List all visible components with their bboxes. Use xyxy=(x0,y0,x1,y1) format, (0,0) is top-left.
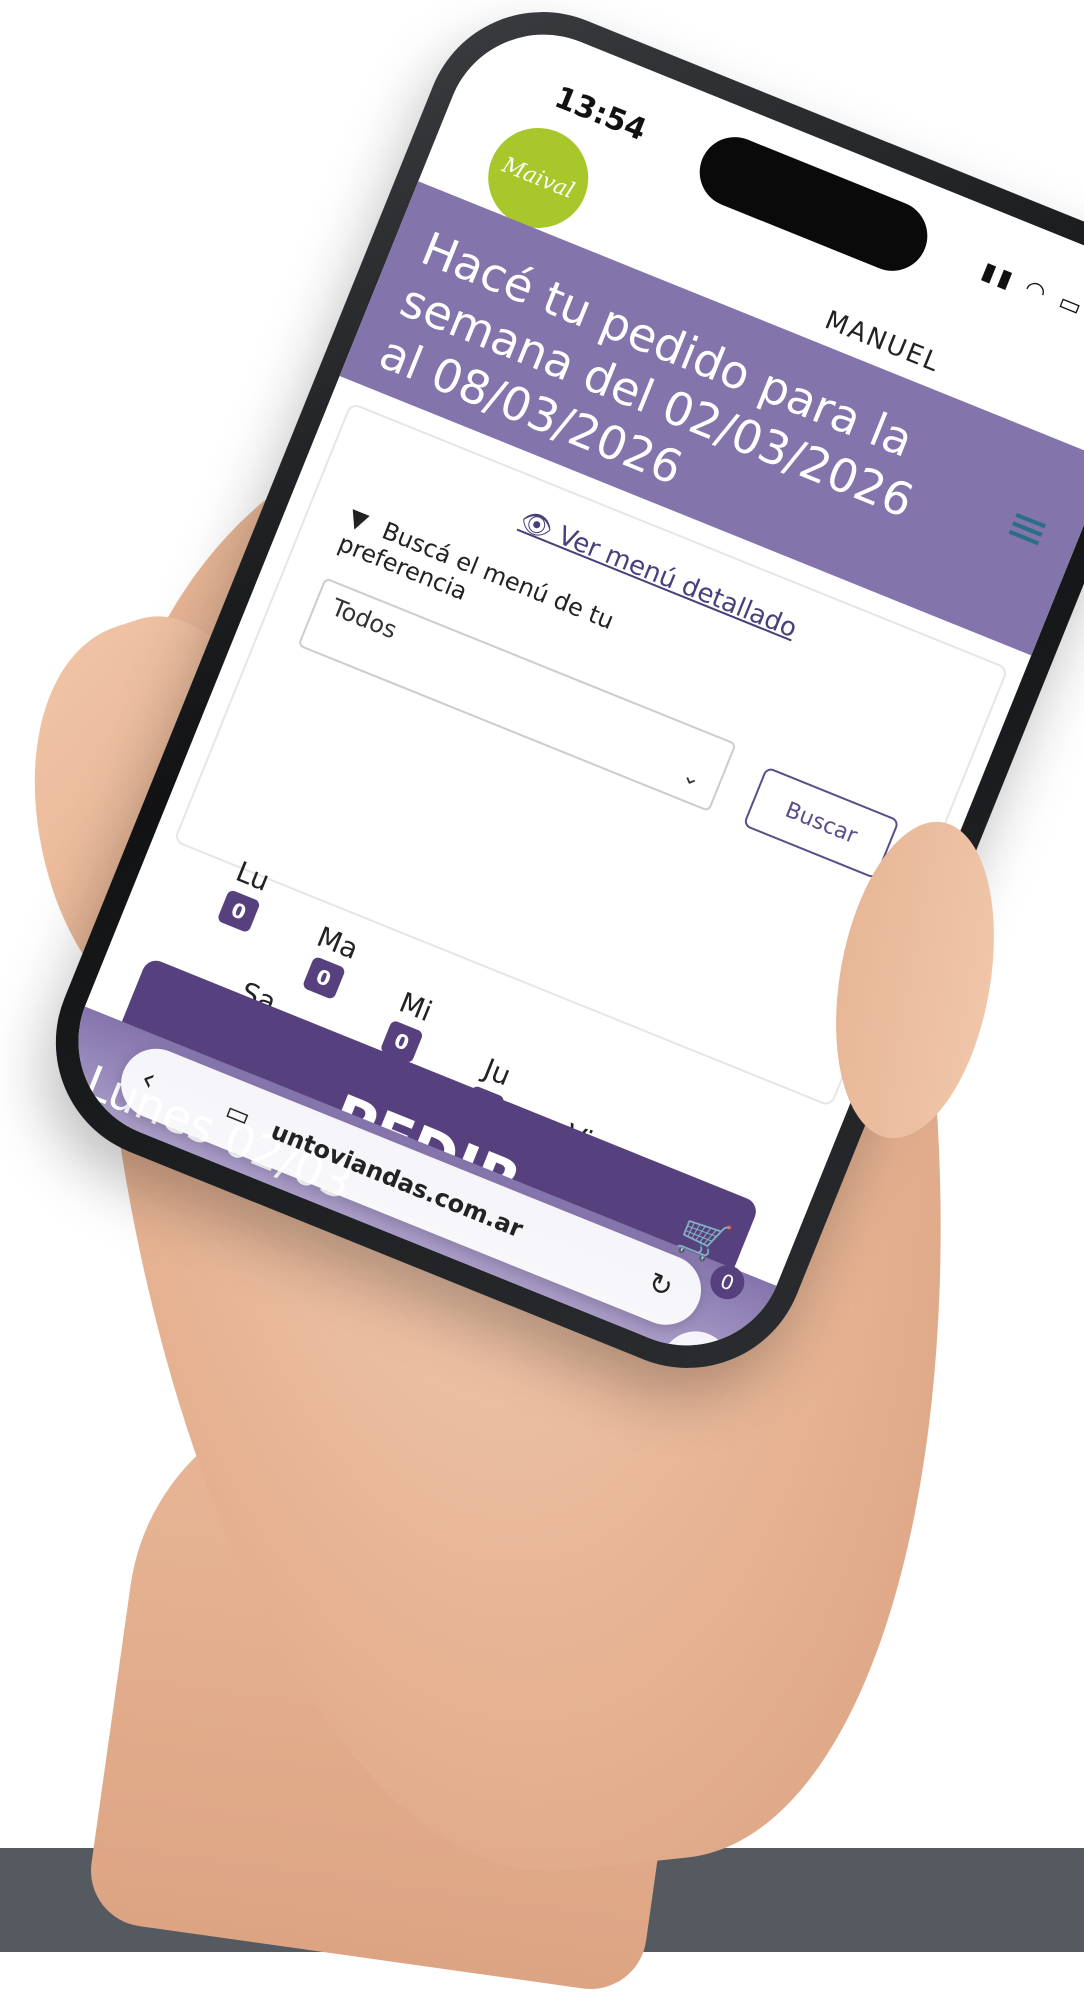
select-value: Todos xyxy=(327,593,401,645)
status-icons: ▮▮ ◠ ▭ xyxy=(977,256,1084,324)
day-mi[interactable]: Mi 0 xyxy=(379,985,438,1064)
day-ma[interactable]: Ma 0 xyxy=(298,920,363,1001)
day-count: 0 xyxy=(301,955,346,1000)
day-lu[interactable]: Lu 0 xyxy=(216,855,275,934)
tabs-icon[interactable]: ▭ xyxy=(221,1096,255,1133)
search-button[interactable]: Buscar xyxy=(742,766,900,880)
back-icon[interactable]: ‹ xyxy=(136,1059,162,1099)
logo-text: Maival xyxy=(498,152,578,204)
eye-icon: 👁 xyxy=(515,505,558,546)
reload-icon[interactable]: ↻ xyxy=(644,1265,678,1304)
day-count: 0 xyxy=(216,889,261,934)
hamburger-menu-icon[interactable]: ≡ xyxy=(998,493,1059,562)
chevron-down-icon: ⌄ xyxy=(678,762,705,793)
